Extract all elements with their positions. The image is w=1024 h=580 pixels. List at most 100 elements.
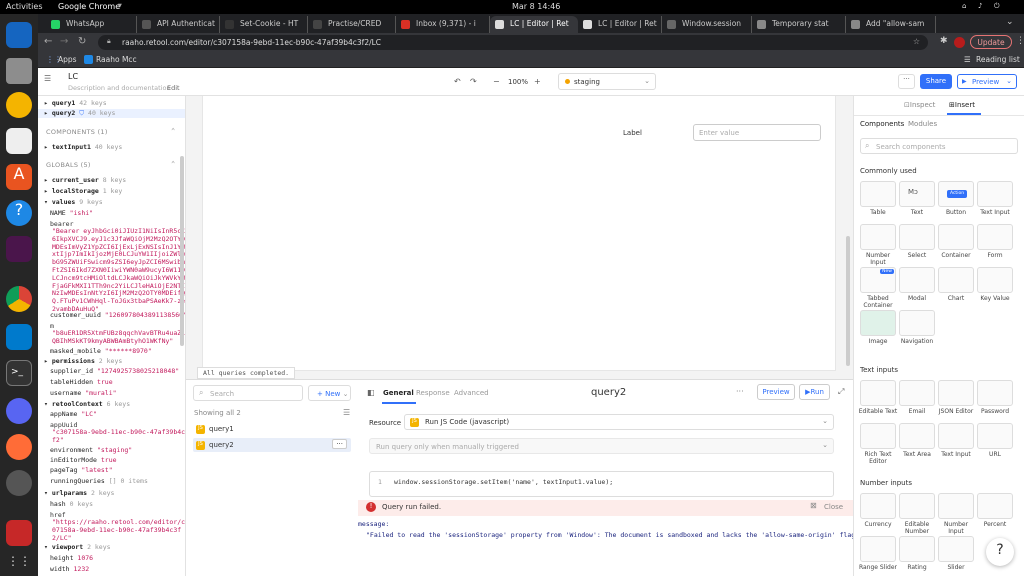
activities-button[interactable]: Activities: [6, 2, 43, 11]
tab-search-icon[interactable]: ⌄: [1006, 17, 1014, 27]
query-more-icon[interactable]: ···: [736, 387, 744, 396]
tree-row-permissions[interactable]: ▸ permissions 2 keys: [44, 357, 122, 365]
bookmark-star-icon[interactable]: ☆: [913, 37, 920, 46]
collapse-chevron-icon[interactable]: ⌃: [171, 160, 175, 168]
tree-row-localstorage[interactable]: ▸ localStorage 1 key: [44, 187, 122, 195]
files-icon[interactable]: [6, 58, 32, 84]
collapse-chevron-icon[interactable]: ⌃: [171, 127, 175, 135]
component-tile-text-7[interactable]: URL: [975, 423, 1015, 458]
toggle-list-icon[interactable]: ◧: [367, 388, 375, 397]
share-button[interactable]: Share: [920, 74, 952, 89]
component-tile-common-10[interactable]: Chart: [936, 267, 976, 302]
writer-icon[interactable]: [6, 128, 32, 154]
tree-row-textinput1[interactable]: ▸ textInput1 40 keys: [44, 143, 122, 151]
query-title[interactable]: query2: [591, 387, 626, 398]
close-icon[interactable]: ⊠: [810, 501, 817, 510]
component-tile-text-2[interactable]: JSON Editor: [936, 380, 976, 415]
query-list-item-query1[interactable]: JS query1: [193, 422, 351, 436]
tree-row-query1[interactable]: ▸ query1 42 keys: [44, 99, 107, 107]
show-apps-icon[interactable]: ⋮⋮: [6, 554, 32, 580]
tree-row-query2[interactable]: ▸ query2 ⛉ 40 keys: [38, 109, 185, 118]
left-panel-scrollbar[interactable]: [180, 156, 184, 346]
component-tile-common-7[interactable]: Form: [975, 224, 1015, 259]
reload-icon[interactable]: ↻: [78, 36, 86, 47]
tree-row-values[interactable]: ▾ values 9 keys: [44, 198, 103, 206]
environment-select[interactable]: staging ⌄: [558, 73, 656, 90]
close-error-button[interactable]: Close: [824, 503, 843, 511]
tab-modules[interactable]: Modules: [908, 120, 937, 128]
rhythmbox-icon[interactable]: [6, 92, 32, 118]
new-query-button[interactable]: + New ⌄: [308, 385, 351, 401]
browser-tab[interactable]: LC | Editor | Ret: [490, 16, 578, 33]
query-search-input[interactable]: ⌕ Search: [193, 385, 303, 401]
bookmark-apps[interactable]: Apps: [58, 55, 77, 64]
edit-description-link[interactable]: Edit: [167, 84, 180, 92]
globals-section-title[interactable]: GLOBALS (5): [46, 161, 91, 169]
canvas-scrollbar[interactable]: [846, 236, 850, 366]
slack-icon[interactable]: [6, 236, 32, 262]
component-tile-common-11[interactable]: Key Value: [975, 267, 1015, 302]
power-icon[interactable]: ⏻: [994, 2, 1000, 11]
component-tile-common-1[interactable]: Mↄ Text: [897, 181, 937, 216]
component-tile-number-4[interactable]: Range Slider: [858, 536, 898, 571]
more-options-button[interactable]: ···: [898, 74, 915, 89]
component-tile-number-1[interactable]: Editable Number: [897, 493, 937, 535]
resource-select[interactable]: JS Run JS Code (javascript) ⌄: [404, 414, 834, 430]
component-tile-common-9[interactable]: Modal: [897, 267, 937, 302]
browser-tab[interactable]: LC | Editor | Ret: [578, 16, 662, 33]
component-tile-common-0[interactable]: Table: [858, 181, 898, 216]
thunderbird-icon[interactable]: [6, 22, 32, 48]
component-tile-text-3[interactable]: Password: [975, 380, 1015, 415]
browser-tab[interactable]: Temporary stat: [752, 16, 846, 33]
record-icon[interactable]: [6, 520, 32, 546]
retool-menu-icon[interactable]: ☰: [44, 74, 51, 83]
component-tile-common-2[interactable]: Action Button: [936, 181, 976, 216]
preview-app-button[interactable]: ▶ Preview ⌄: [957, 74, 1017, 89]
component-tile-text-5[interactable]: Text Area: [897, 423, 937, 458]
chrome-menu-icon[interactable]: ⋮: [1016, 36, 1024, 46]
terminal-icon[interactable]: >_: [6, 360, 32, 386]
text-input-1[interactable]: Enter value: [693, 124, 821, 141]
component-tile-common-6[interactable]: Container: [936, 224, 976, 259]
tab-general[interactable]: General: [383, 389, 414, 397]
bookmark-raaho[interactable]: Raaho Mcc: [96, 55, 137, 64]
address-bar[interactable]: 🔒︎ raaho.retool.com/editor/c307158a-9ebd…: [98, 35, 928, 50]
extensions-icon[interactable]: ✱: [940, 36, 948, 46]
component-search-input[interactable]: ⌕ Search components: [860, 138, 1018, 154]
update-button[interactable]: Update: [970, 35, 1012, 49]
query-item-menu-button[interactable]: ···: [332, 439, 347, 449]
tab-advanced[interactable]: Advanced: [454, 389, 489, 397]
tree-row-current-user[interactable]: ▸ current_user 8 keys: [44, 176, 126, 184]
vscode-icon[interactable]: [6, 324, 32, 350]
component-tile-number-2[interactable]: Number Input: [936, 493, 976, 535]
app-title[interactable]: LC: [68, 72, 78, 81]
component-tile-text-6[interactable]: Text Input: [936, 423, 976, 458]
network-icon[interactable]: ⌂: [962, 2, 966, 10]
zoom-out-icon[interactable]: −: [493, 77, 500, 86]
component-tile-common-12[interactable]: Image: [858, 310, 898, 345]
component-tile-common-5[interactable]: Select: [897, 224, 937, 259]
tab-components[interactable]: Components: [860, 120, 904, 128]
query-preview-button[interactable]: Preview: [757, 384, 795, 400]
component-tile-number-3[interactable]: Percent: [975, 493, 1015, 528]
reading-list-button[interactable]: Reading list: [976, 55, 1020, 64]
forward-icon[interactable]: →: [60, 36, 68, 47]
browser-tab[interactable]: Add "allow-sam: [846, 16, 936, 33]
software-icon[interactable]: A: [6, 164, 32, 190]
zoom-in-icon[interactable]: +: [534, 77, 541, 86]
component-tile-common-13[interactable]: Navigation: [897, 310, 937, 345]
component-tile-number-0[interactable]: Currency: [858, 493, 898, 528]
undo-icon[interactable]: ↶: [454, 77, 461, 86]
app-description[interactable]: Description and documentation: [68, 84, 171, 92]
component-tile-number-6[interactable]: Slider: [936, 536, 976, 571]
tab-inspect[interactable]: ⊡Inspect: [904, 101, 935, 109]
sort-icon[interactable]: ☰: [343, 408, 350, 417]
component-tile-text-0[interactable]: Editable Text: [858, 380, 898, 415]
component-tile-common-3[interactable]: Text Input: [975, 181, 1015, 216]
active-app-name[interactable]: Google Chrome: [58, 2, 120, 11]
query-list-item-query2[interactable]: JS query2 ···: [193, 438, 351, 452]
browser-tab[interactable]: Inbox (9,371) - i: [396, 16, 490, 33]
trigger-select[interactable]: Run query only when manually triggered ⌄: [369, 438, 834, 454]
tree-row-viewport[interactable]: ▾ viewport 2 keys: [44, 543, 111, 551]
profile-avatar[interactable]: [954, 37, 965, 48]
